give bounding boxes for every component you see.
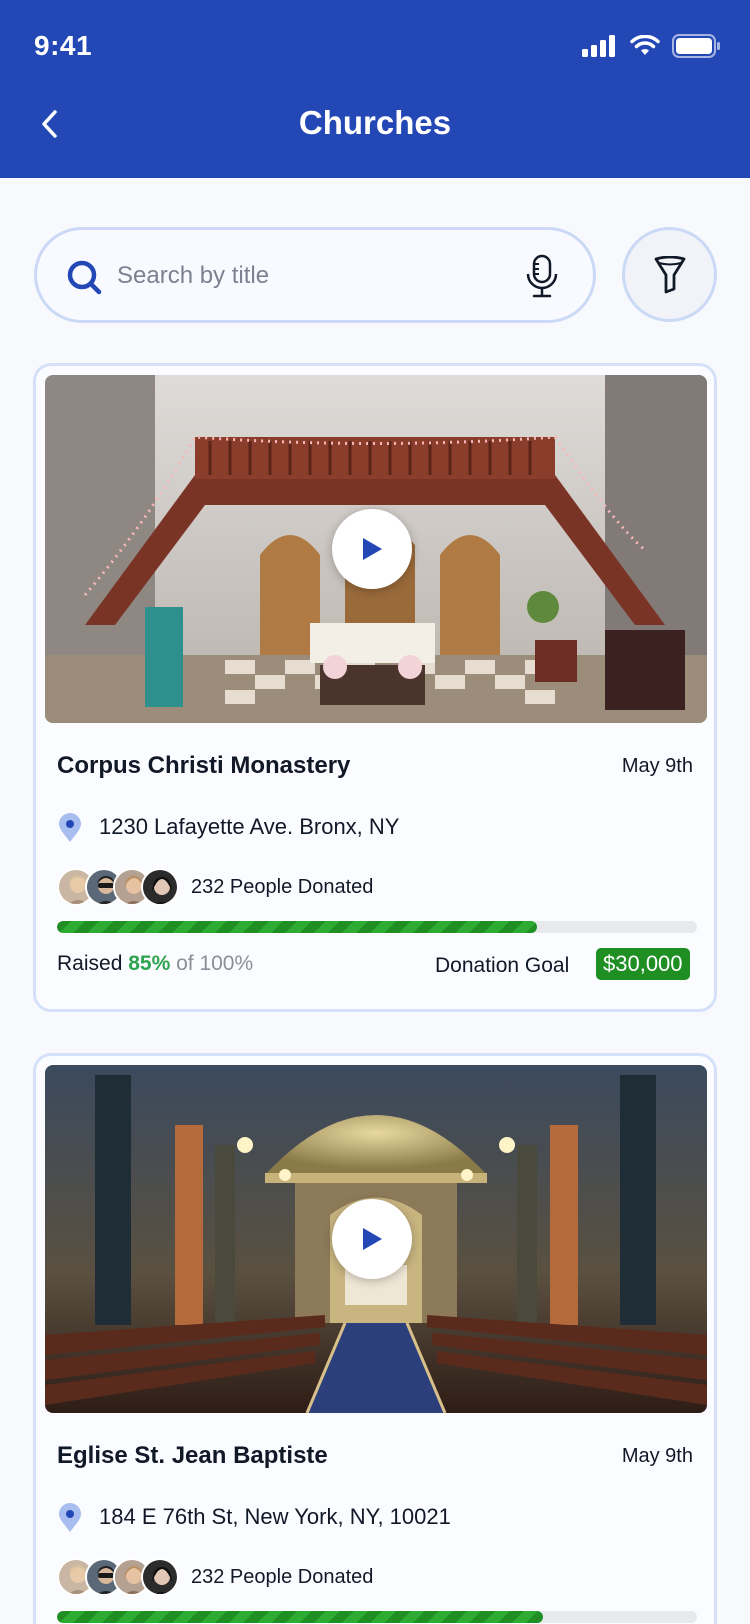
search-bar[interactable] (34, 227, 596, 323)
event-date: May 9th (621, 755, 693, 777)
filter-icon (654, 255, 685, 293)
avatar (141, 1558, 179, 1596)
event-date: May 9th (621, 1445, 693, 1467)
play-icon (363, 538, 382, 560)
church-name: Corpus Christi Monastery (57, 752, 351, 779)
church-card[interactable]: Eglise St. Jean Baptiste May 9th 184 E 7… (33, 1053, 717, 1624)
church-card[interactable]: Corpus Christi Monastery May 9th 1230 La… (33, 363, 717, 1012)
status-time: 9:41 (34, 30, 93, 61)
donation-goal-amount: $30,000 (596, 948, 690, 980)
play-button[interactable] (332, 1199, 412, 1279)
raised-of: of 100% (176, 952, 254, 975)
donation-goal-label: Donation Goal (435, 954, 570, 977)
donation-progress-bar (57, 1611, 697, 1623)
microphone-icon[interactable] (525, 254, 559, 298)
church-address: 184 E 76th St, New York, NY, 10021 (99, 1504, 451, 1529)
raised-label: Raised (57, 952, 123, 975)
church-video-thumbnail[interactable] (45, 1065, 707, 1413)
donors-count: 232 People Donated (191, 876, 374, 898)
app-header: 9:41 Churches (0, 0, 750, 178)
filter-button[interactable] (622, 227, 717, 322)
raised-summary: Raised 85% of 100% (57, 952, 253, 976)
play-button[interactable] (332, 509, 412, 589)
donor-avatars[interactable] (57, 1558, 179, 1596)
wifi-icon (630, 35, 660, 55)
avatar (141, 868, 179, 906)
signal-icon (582, 35, 615, 57)
raised-percent: 85% (128, 952, 171, 975)
search-icon (67, 260, 102, 295)
search-input[interactable] (117, 254, 497, 298)
donation-progress-fill (57, 921, 537, 933)
church-address: 1230 Lafayette Ave. Bronx, NY (99, 814, 400, 839)
play-icon (363, 1228, 382, 1250)
page-title: Churches (298, 104, 452, 141)
battery-icon (672, 34, 720, 58)
location-pin-icon (59, 1503, 81, 1532)
donation-progress-bar (57, 921, 697, 933)
church-video-thumbnail[interactable] (45, 375, 707, 723)
status-icons (582, 34, 720, 58)
church-name: Eglise St. Jean Baptiste (57, 1442, 328, 1469)
location-pin-icon (59, 813, 81, 842)
donors-count: 232 People Donated (191, 1566, 374, 1588)
donation-progress-fill (57, 1611, 544, 1623)
donor-avatars[interactable] (57, 868, 179, 906)
